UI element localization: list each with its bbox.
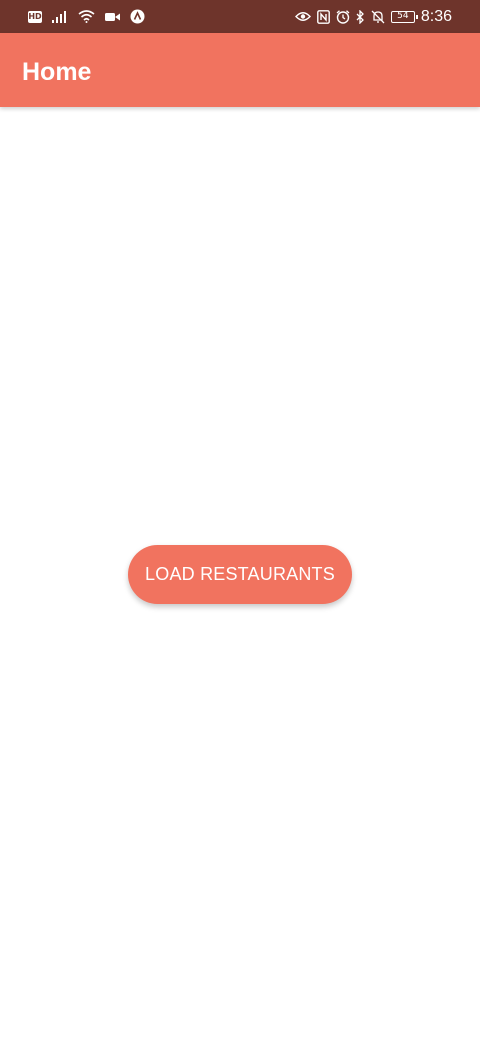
signal-icon: [52, 10, 68, 23]
load-restaurants-button-label: LOAD RESTAURANTS: [145, 564, 335, 584]
video-camera-icon: [105, 12, 120, 22]
bluetooth-icon: [356, 9, 365, 24]
page-title: Home: [22, 58, 92, 86]
alarm-icon: [336, 9, 350, 24]
status-left-icons: HD: [28, 8, 155, 25]
status-clock: 8:36: [420, 7, 452, 25]
hd-icon: HD: [28, 10, 42, 23]
load-restaurants-button[interactable]: LOAD RESTAURANTS: [128, 545, 352, 604]
battery-icon: 54: [390, 10, 418, 23]
status-right-icons: 54 8:36: [289, 6, 452, 27]
wifi-icon: [78, 10, 95, 23]
notification-app-icon: [130, 9, 145, 24]
nfc-icon: [316, 9, 330, 24]
eye-icon: [294, 11, 311, 22]
app-bar: Home: [0, 33, 480, 107]
mute-bell-icon: [371, 10, 385, 24]
status-bar: HD 54 8:36: [0, 0, 480, 33]
